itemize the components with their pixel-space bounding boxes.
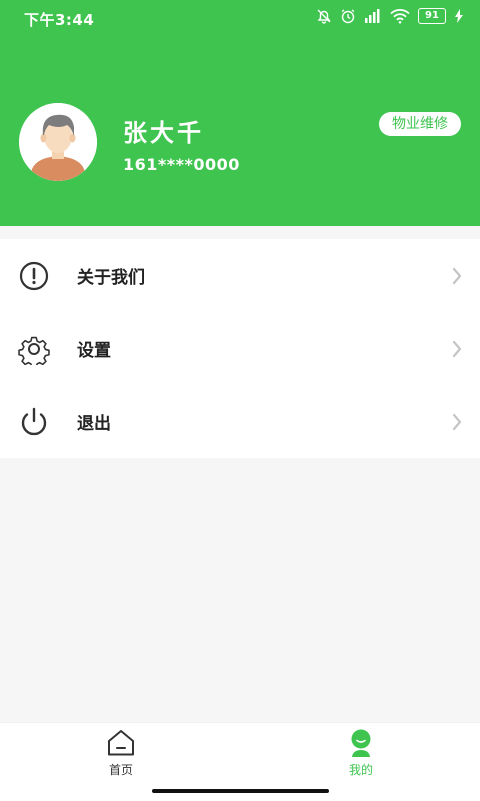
power-icon: [18, 406, 50, 438]
menu-item-settings[interactable]: 设置: [0, 312, 480, 385]
chevron-right-icon: [452, 340, 462, 362]
tab-mine[interactable]: 我的: [301, 723, 421, 783]
alarm-icon: [340, 8, 356, 24]
status-bar: 下午3:44 91: [0, 0, 480, 36]
menu-item-logout[interactable]: 退出: [0, 385, 480, 458]
menu-item-label: 设置: [77, 341, 111, 361]
person-icon: [347, 729, 375, 763]
silent-bell-icon: [316, 8, 332, 24]
tab-label: 首页: [108, 763, 133, 777]
home-indicator: [152, 789, 329, 793]
menu-item-about[interactable]: 关于我们: [0, 239, 480, 312]
home-icon: [107, 729, 135, 761]
menu-item-label: 退出: [77, 414, 111, 434]
chevron-right-icon: [452, 413, 462, 435]
battery-indicator: 91: [418, 8, 446, 24]
chevron-right-icon: [452, 267, 462, 289]
menu-item-label: 关于我们: [77, 268, 145, 288]
tab-home[interactable]: 首页: [61, 723, 181, 783]
info-circle-icon: [18, 260, 50, 292]
gear-icon: [18, 333, 50, 369]
profile-header: 下午3:44 91 张大千 161****0000 物业维修: [0, 0, 480, 226]
signal-icon: [364, 8, 382, 24]
status-icons: 91: [316, 8, 464, 24]
profile-name: 张大千: [123, 119, 204, 147]
property-repair-button[interactable]: 物业维修: [379, 112, 461, 136]
tab-label: 我的: [348, 763, 373, 777]
avatar[interactable]: [19, 103, 97, 181]
menu-list: 关于我们 设置 退出: [0, 239, 480, 458]
avatar-person-icon: [19, 103, 97, 181]
status-time: 下午3:44: [24, 11, 95, 29]
profile-phone: 161****0000: [123, 155, 240, 174]
charging-icon: [454, 9, 464, 23]
wifi-icon: [390, 8, 410, 24]
